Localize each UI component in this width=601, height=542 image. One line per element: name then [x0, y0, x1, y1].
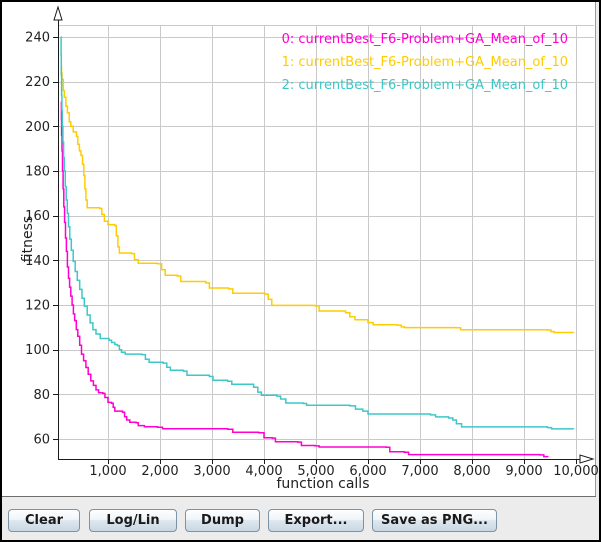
- legend-item: 2: currentBest_F6-Problem+GA_Mean_of_10: [282, 74, 568, 97]
- save-as-png-button[interactable]: Save as PNG...: [372, 509, 497, 532]
- y-tick-label: 200: [25, 120, 50, 135]
- plot-window-content: 60801001201401601802002202401,0002,0003,…: [2, 2, 599, 540]
- y-tick-label: 80: [33, 388, 50, 403]
- y-tick-label: 240: [25, 31, 50, 46]
- y-axis-title: fitness: [20, 216, 36, 262]
- button-toolbar: Clear Log/Lin Dump Export... Save as PNG…: [2, 497, 599, 540]
- y-tick-label: 220: [25, 75, 50, 90]
- chart-legend: 0: currentBest_F6-Problem+GA_Mean_of_101…: [282, 28, 568, 97]
- y-tick-label: 100: [25, 343, 50, 358]
- y-tick-label: 180: [25, 164, 50, 179]
- clear-button[interactable]: Clear: [8, 509, 80, 532]
- y-tick-label: 120: [25, 298, 50, 313]
- dump-button[interactable]: Dump: [185, 509, 260, 532]
- plot-window: 60801001201401601802002202401,0002,0003,…: [0, 0, 601, 542]
- x-axis-title: function calls: [56, 476, 590, 492]
- legend-item: 1: currentBest_F6-Problem+GA_Mean_of_10: [282, 51, 568, 74]
- y-tick-label: 60: [33, 432, 50, 447]
- export-button[interactable]: Export...: [268, 509, 364, 532]
- legend-item: 0: currentBest_F6-Problem+GA_Mean_of_10: [282, 28, 568, 51]
- log-lin-button[interactable]: Log/Lin: [89, 509, 177, 532]
